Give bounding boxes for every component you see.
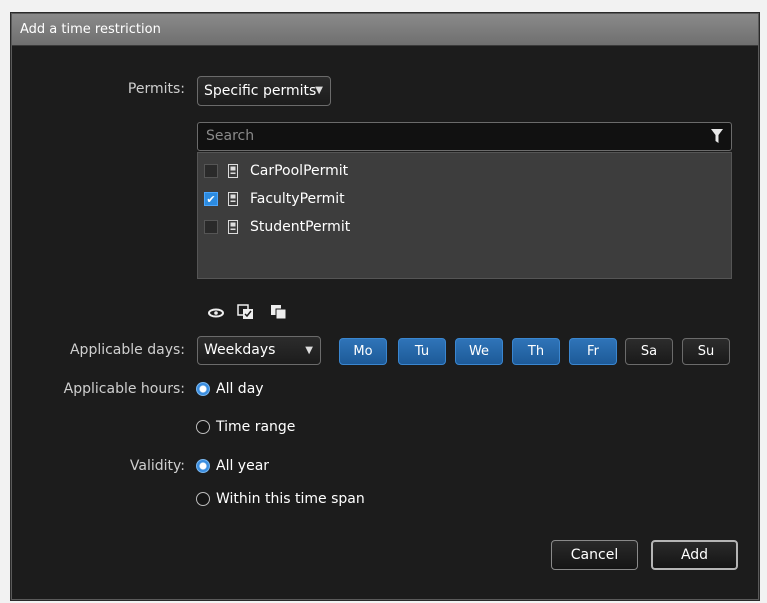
day-toggle-sa[interactable]: Sa — [625, 338, 673, 365]
radio-all-year[interactable]: All year — [196, 458, 269, 474]
radio-selected-icon — [196, 459, 210, 473]
chevron-down-icon: ▼ — [315, 85, 323, 96]
day-toggle-tu[interactable]: Tu — [398, 338, 446, 365]
day-toggle-fr[interactable]: Fr — [569, 338, 617, 365]
day-toggle-we[interactable]: We — [455, 338, 503, 365]
checkmark-icon: ✔ — [206, 192, 216, 206]
permit-list[interactable]: CarPoolPermit ✔ FacultyPermit StudentPer… — [197, 152, 732, 279]
days-dropdown-value: Weekdays — [204, 342, 276, 358]
dialog-title: Add a time restriction — [12, 14, 758, 46]
checkbox[interactable] — [204, 220, 218, 234]
search-placeholder: Search — [206, 128, 255, 144]
time-restriction-dialog: Add a time restriction Permits: Specific… — [11, 13, 759, 600]
permits-dropdown[interactable]: Specific permits ▼ — [197, 76, 331, 106]
list-item[interactable]: ✔ FacultyPermit — [204, 189, 345, 209]
radio-all-day[interactable]: All day — [196, 381, 264, 397]
permit-icon — [228, 164, 238, 178]
filter-icon[interactable] — [711, 129, 723, 144]
radio-label: All year — [216, 458, 270, 474]
chevron-down-icon: ▼ — [305, 345, 313, 356]
radio-selected-icon — [196, 382, 210, 396]
radio-label: Within this time span — [216, 491, 365, 507]
list-item-label: CarPoolPermit — [250, 163, 349, 179]
validity-label: Validity: — [129, 458, 185, 474]
list-item[interactable]: CarPoolPermit — [204, 161, 348, 181]
radio-label: All day — [216, 381, 264, 397]
days-dropdown[interactable]: Weekdays ▼ — [197, 336, 321, 365]
applicable-hours-label: Applicable hours: — [63, 381, 185, 397]
select-all-icon[interactable] — [237, 304, 255, 320]
permit-icon — [228, 192, 238, 206]
radio-unselected-icon — [196, 420, 210, 434]
permits-label: Permits: — [127, 81, 185, 97]
day-toggle-th[interactable]: Th — [512, 338, 560, 365]
cancel-button[interactable]: Cancel — [551, 540, 638, 570]
show-icon[interactable] — [207, 304, 225, 320]
deselect-all-icon[interactable] — [270, 304, 288, 320]
list-item[interactable]: StudentPermit — [204, 217, 350, 237]
applicable-days-label: Applicable days: — [69, 342, 185, 358]
day-toggle-mo[interactable]: Mo — [339, 338, 387, 365]
radio-unselected-icon — [196, 492, 210, 506]
permit-search-input[interactable]: Search — [197, 122, 732, 151]
permit-icon — [228, 220, 238, 234]
day-toggle-su[interactable]: Su — [682, 338, 730, 365]
permits-dropdown-value: Specific permits — [204, 83, 317, 99]
radio-time-range[interactable]: Time range — [196, 419, 295, 435]
checkbox-checked[interactable]: ✔ — [204, 192, 218, 206]
list-item-label: FacultyPermit — [250, 191, 345, 207]
list-item-label: StudentPermit — [250, 219, 351, 235]
checkbox[interactable] — [204, 164, 218, 178]
radio-within-time-span[interactable]: Within this time span — [196, 491, 365, 507]
radio-label: Time range — [216, 419, 296, 435]
add-button[interactable]: Add — [651, 540, 738, 570]
